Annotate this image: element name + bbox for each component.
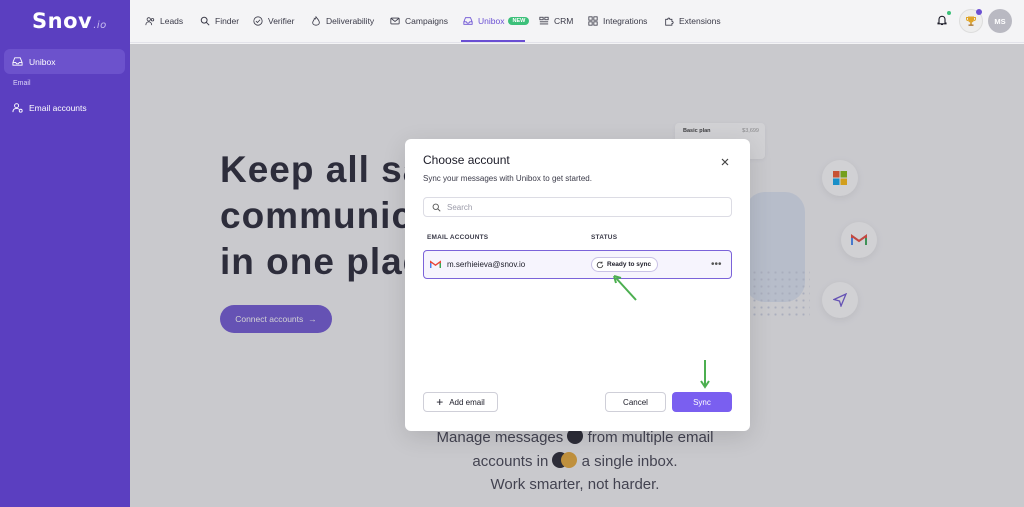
sync-button[interactable]: Sync [672,392,732,412]
account-email-text: m.serhieieva@snov.io [447,260,526,269]
account-row[interactable]: m.serhieieva@snov.io Ready to sync ••• [423,250,732,279]
puzzle-icon [665,17,674,26]
account-email: m.serhieieva@snov.io [430,260,525,269]
users-icon [145,17,155,26]
nav-campaigns[interactable]: Campaigns [390,13,448,29]
nav-label: Finder [215,16,240,26]
sidebar-item-label: Unibox [29,56,56,67]
grid-icon [588,16,598,26]
nav-integrations[interactable]: Integrations [588,13,647,29]
modal-subtitle: Sync your messages with Unibox to get st… [423,174,592,183]
add-email-button[interactable]: + Add email [423,392,498,412]
nav-verifier[interactable]: Verifier [253,13,294,29]
top-navigation: Leads Finder Verifier Deliverability Cam… [130,0,1024,43]
search-icon [200,16,210,26]
nav-deliverability[interactable]: Deliverability [311,13,374,29]
avatar[interactable]: MS [988,9,1012,33]
nav-label: Verifier [268,16,295,26]
more-options-icon[interactable]: ••• [711,259,722,270]
nav-extensions[interactable]: Extensions [664,13,721,29]
nav-label: Extensions [679,16,721,26]
button-label: Add email [449,397,485,407]
new-badge: NEW [508,17,530,25]
inbox-icon [12,57,23,66]
sidebar-section-label: Email [13,80,31,87]
nav-crm[interactable]: CRM [539,13,573,29]
inbox-icon [463,17,473,25]
nav-label: Leads [160,16,184,26]
column-header-status: STATUS [591,234,618,241]
annotation-arrow-status [613,275,637,301]
refresh-icon [596,261,604,268]
nav-label: Campaigns [405,16,448,26]
button-label: Cancel [623,397,648,407]
search-icon [432,203,441,212]
status-text: Ready to sync [607,261,652,268]
search-input[interactable]: Search [423,197,732,217]
sidebar: Snov.io Unibox Email Email accounts [0,0,130,507]
mail-icon [390,17,400,25]
nav-label: Deliverability [326,16,375,26]
gmail-icon [430,260,441,268]
trophy-badge-dot [976,9,982,15]
nav-label: CRM [554,16,574,26]
crm-icon [539,16,549,25]
check-circle-icon [253,16,263,26]
snov-logo[interactable]: Snov.io [32,9,107,33]
search-placeholder: Search [447,202,473,212]
flame-icon [312,16,320,26]
sidebar-item-email-accounts[interactable]: Email accounts [4,95,125,120]
nav-label: Integrations [603,16,648,26]
nav-leads[interactable]: Leads [145,13,183,29]
close-icon[interactable] [719,156,731,168]
notification-dot [946,10,952,16]
bell-icon[interactable] [936,14,948,26]
status-badge: Ready to sync [591,257,659,272]
annotation-arrow-sync [700,360,710,389]
trophy-icon [966,16,976,26]
cancel-button[interactable]: Cancel [605,392,666,412]
nav-finder[interactable]: Finder [200,13,239,29]
active-tab-indicator [461,40,525,42]
button-label: Sync [693,397,711,407]
column-header-accounts: EMAIL ACCOUNTS [427,234,489,241]
nav-label: Unibox [478,16,505,26]
modal-title: Choose account [423,153,510,167]
sidebar-item-unibox[interactable]: Unibox [4,49,125,74]
nav-unibox[interactable]: Unibox NEW [463,13,530,29]
user-settings-icon [12,103,23,113]
plus-icon: + [436,395,444,409]
sidebar-item-label: Email accounts [29,102,87,113]
